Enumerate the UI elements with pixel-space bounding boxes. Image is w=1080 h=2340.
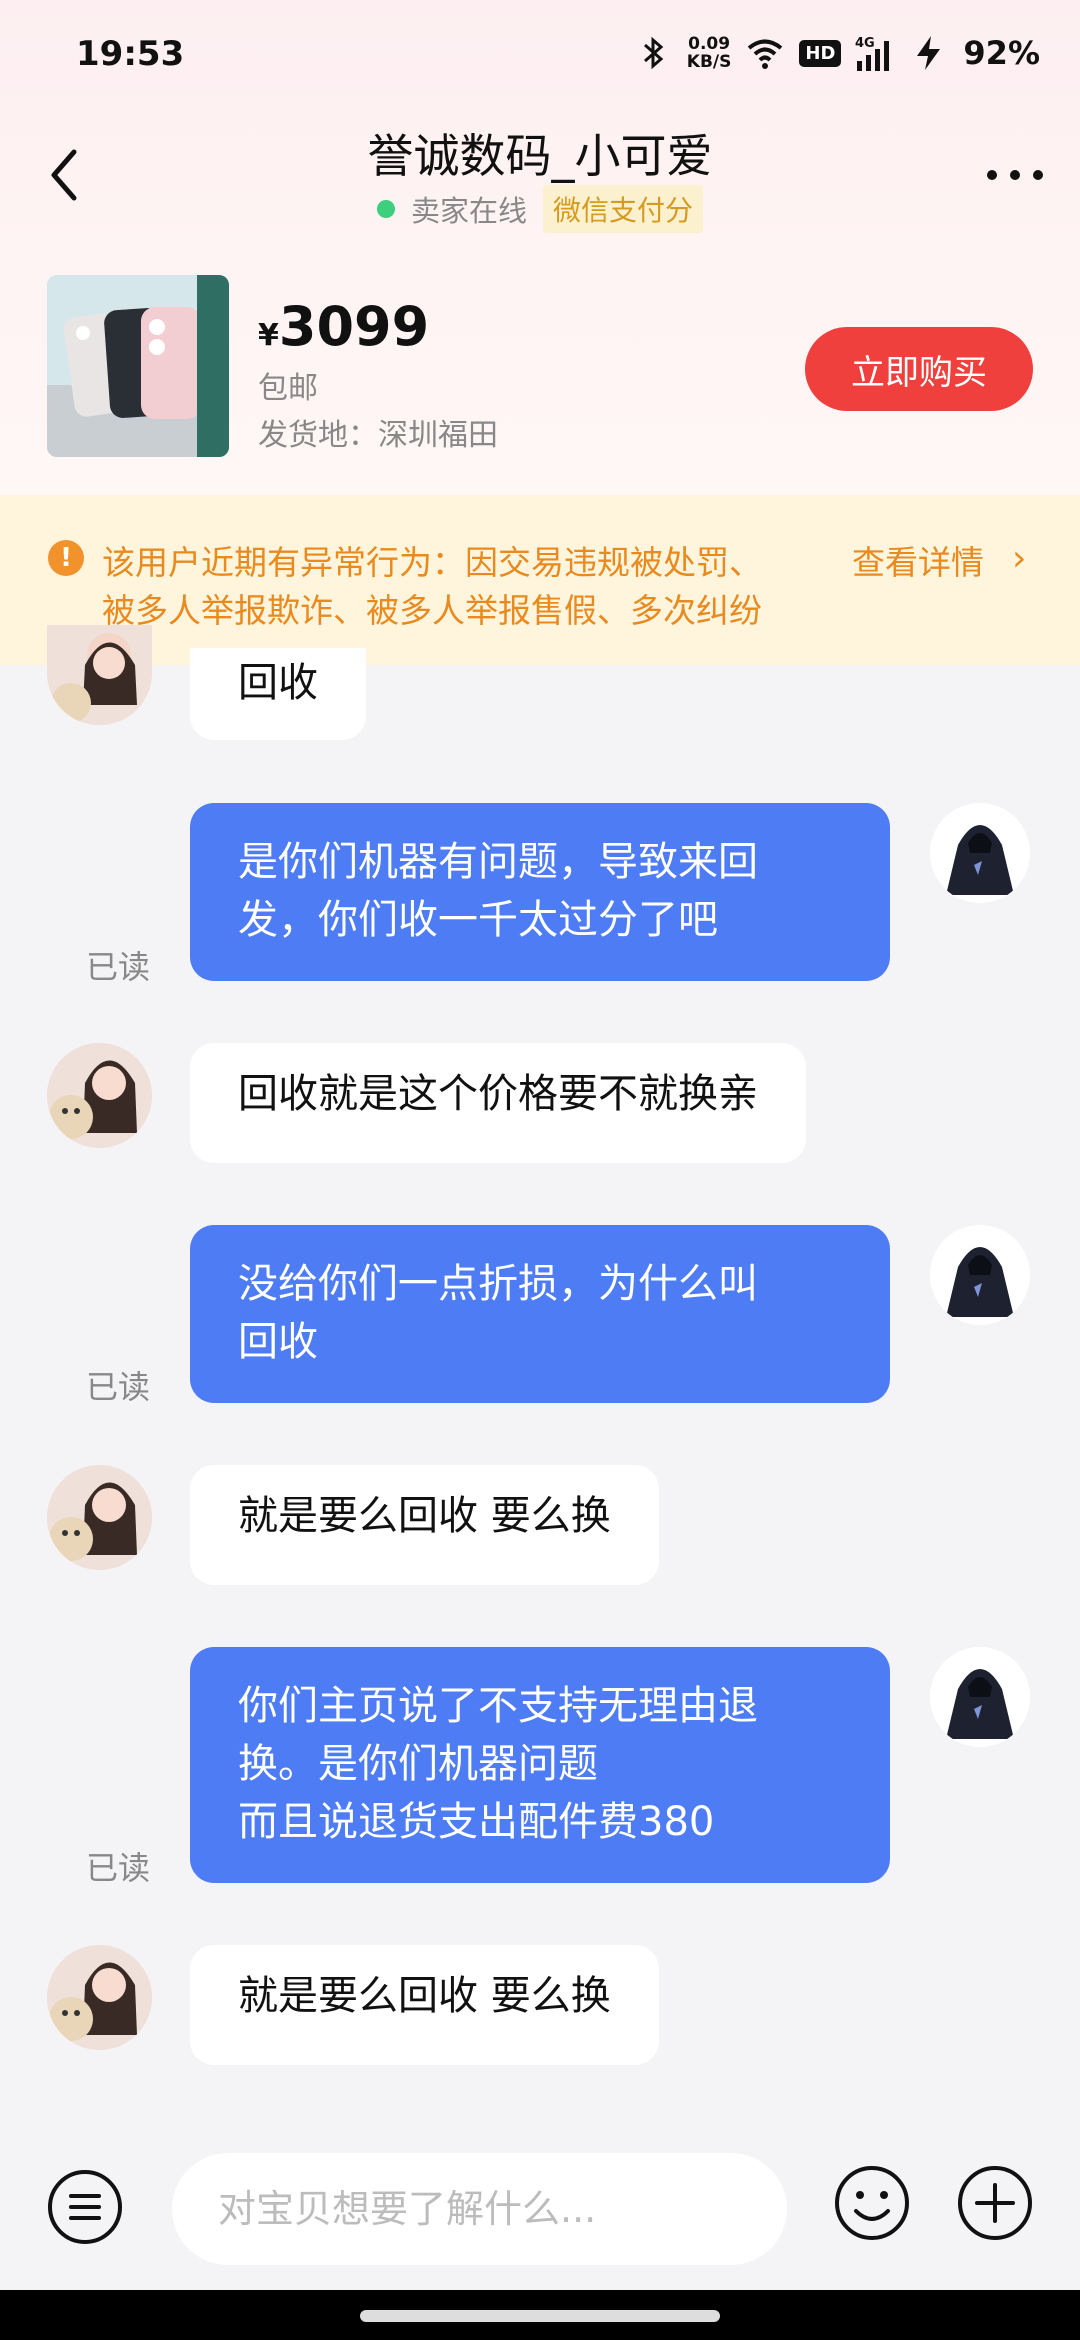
seller-status-row: 卖家在线 微信支付分 — [0, 185, 1080, 233]
battery-level: 92% — [963, 34, 1040, 72]
price-value: 3099 — [278, 295, 430, 358]
online-status: 卖家在线 — [410, 194, 527, 228]
message-line: 发，你们收一千太过分了吧 — [238, 897, 718, 943]
plus-icon[interactable] — [955, 2163, 1035, 2243]
seller-avatar[interactable] — [47, 625, 152, 725]
read-receipt: 已读 — [86, 1849, 151, 1887]
shipping-info: 包邮 — [258, 371, 318, 406]
message-bubble-received: 就是要么回收 要么换 — [190, 1945, 659, 2065]
charging-icon — [917, 36, 941, 70]
read-receipt: 已读 — [86, 948, 151, 986]
chevron-right-icon[interactable]: › — [1012, 538, 1026, 579]
chat-title: 誉诚数码_小可爱 — [367, 129, 713, 183]
emoji-icon[interactable] — [832, 2163, 912, 2243]
message-line: 而且说退货支出配件费380 — [238, 1799, 715, 1845]
status-icons: 0.09 KB/S HD 4G 92% — [633, 28, 1040, 78]
message-bubble-sent: 你们主页说了不支持无理由退 换。是你们机器问题 而且说退货支出配件费380 — [190, 1647, 890, 1883]
net-speed-unit: KB/S — [686, 52, 732, 72]
buy-now-button[interactable]: 立即购买 — [805, 327, 1033, 411]
network-type: 4G — [855, 36, 875, 51]
message-bubble-received: 回收 — [190, 648, 366, 740]
product-thumbnail[interactable] — [47, 275, 229, 457]
net-speed: 0.09 KB/S — [687, 35, 732, 71]
currency-symbol: ¥ — [258, 318, 279, 353]
online-indicator — [376, 200, 395, 218]
warning-text-line1: 该用户近期有异常行为：因交易违规被处罚、 — [102, 543, 762, 582]
buyer-avatar[interactable] — [930, 803, 1030, 903]
wifi-icon — [748, 39, 783, 69]
message-line: 回收 — [238, 1319, 318, 1365]
read-receipt: 已读 — [86, 1368, 151, 1406]
buyer-avatar[interactable] — [930, 1647, 1030, 1747]
message-line: 没给你们一点折损，为什么叫 — [238, 1261, 758, 1307]
message-line: 换。是你们机器问题 — [238, 1741, 598, 1787]
hd-badge: HD — [799, 39, 842, 67]
exclamation-icon: ! — [48, 540, 84, 576]
menu-icon[interactable] — [46, 2168, 124, 2246]
message-line: 你们主页说了不支持无理由退 — [238, 1683, 758, 1729]
ship-origin: 发货地：深圳福田 — [258, 418, 498, 453]
seller-avatar[interactable] — [47, 1465, 152, 1570]
status-time: 19:53 — [76, 34, 185, 74]
more-button[interactable] — [980, 150, 1050, 200]
product-price: ¥3099 — [258, 295, 429, 358]
bluetooth-icon — [643, 36, 664, 70]
pay-badge: 微信支付分 — [543, 185, 704, 233]
message-input[interactable] — [172, 2153, 787, 2265]
message-bubble-sent: 没给你们一点折损，为什么叫 回收 — [190, 1225, 890, 1403]
net-speed-value: 0.09 — [688, 34, 731, 54]
view-details-link[interactable]: 查看详情 — [852, 536, 984, 584]
buyer-avatar[interactable] — [930, 1225, 1030, 1325]
message-line: 是你们机器有问题，导致来回 — [238, 839, 758, 885]
home-indicator[interactable] — [360, 2310, 720, 2322]
seller-avatar[interactable] — [47, 1945, 152, 2050]
warning-text-line2: 被多人举报欺诈、被多人举报售假、多次纠纷 — [102, 591, 762, 630]
status-bar: 19:53 0.09 KB/S HD 4G 92% — [0, 0, 1080, 110]
message-bubble-received: 就是要么回收 要么换 — [190, 1465, 659, 1585]
signal-icon: 4G — [855, 36, 890, 71]
seller-avatar[interactable] — [47, 1043, 152, 1148]
message-bubble-received: 回收就是这个价格要不就换亲 — [190, 1043, 806, 1163]
message-bubble-sent: 是你们机器有问题，导致来回 发，你们收一千太过分了吧 — [190, 803, 890, 981]
